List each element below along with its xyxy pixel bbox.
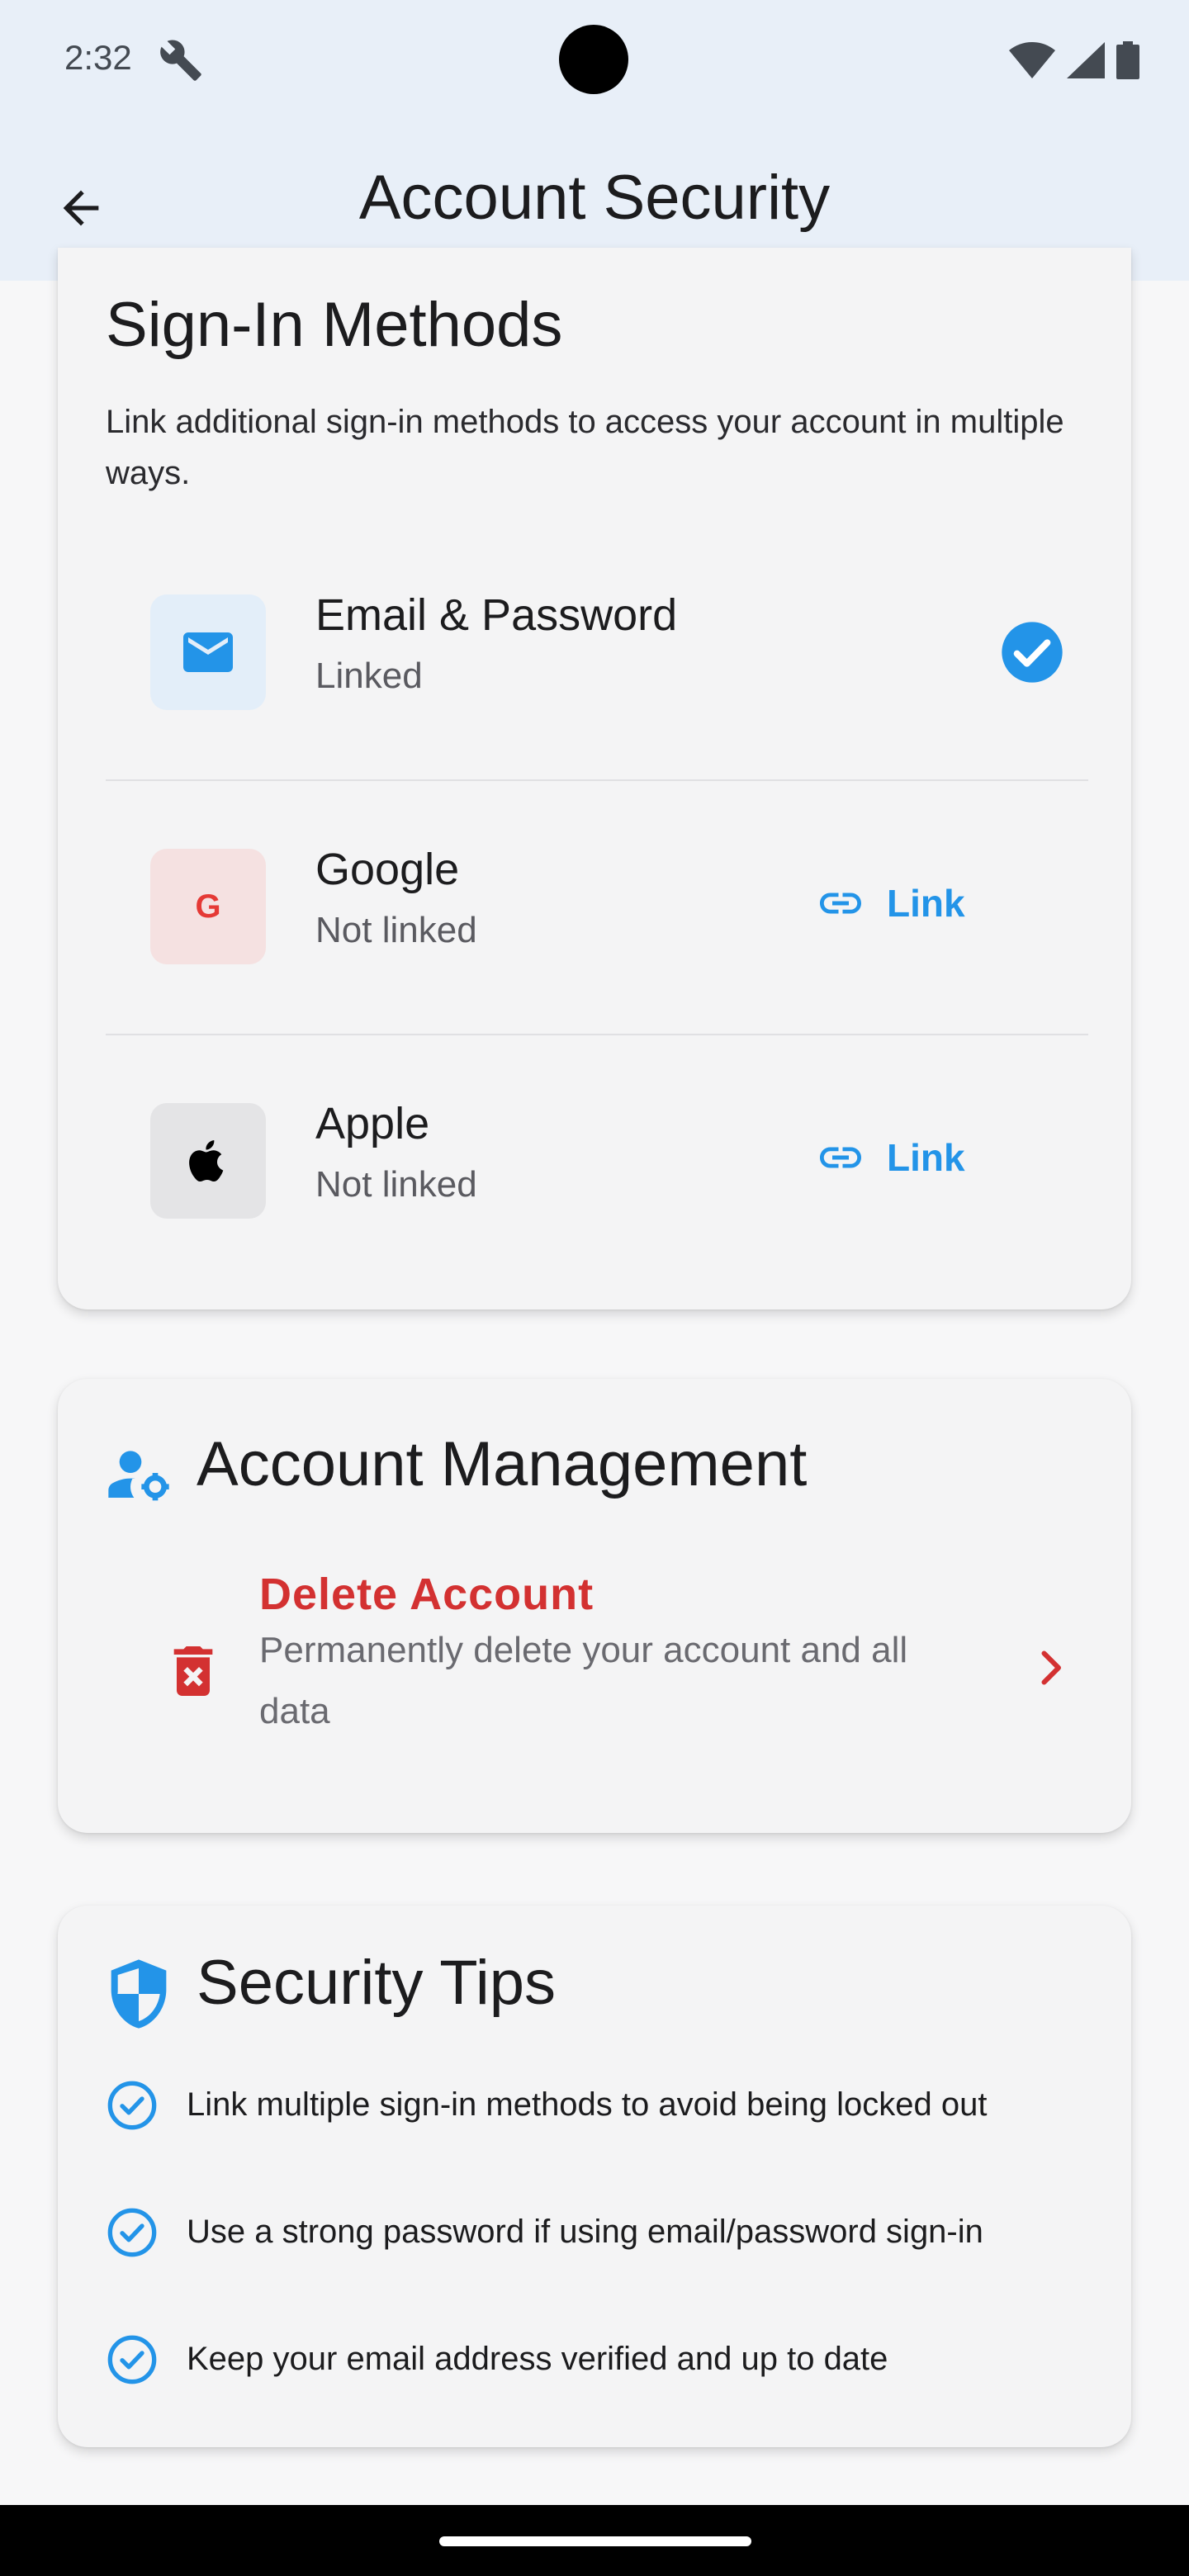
sign-in-methods-card: Sign-In Methods Link additional sign-in …	[58, 248, 1131, 1309]
home-gesture-handle[interactable]	[439, 2536, 751, 2546]
check-circle-outline-icon	[107, 2081, 157, 2130]
section-title: Sign-In Methods	[106, 290, 563, 360]
delete-forever-icon	[173, 1646, 213, 1696]
system-navigation-bar	[0, 2505, 1189, 2576]
page-title: Account Security	[358, 163, 831, 233]
google-icon-tile: G	[150, 849, 266, 964]
check-circle-outline-icon	[107, 2208, 157, 2257]
method-row-google: G Google Not linked Link	[106, 779, 1088, 1019]
link-google-button[interactable]: Link	[816, 878, 965, 928]
camera-cutout	[559, 25, 628, 94]
status-bar: 2:32	[0, 0, 1189, 116]
signal-icon	[1067, 42, 1105, 78]
tip-text: Use a strong password if using email/pas…	[187, 2214, 983, 2250]
section-title: Account Management	[197, 1429, 808, 1499]
section-description: Link additional sign-in methods to acces…	[106, 404, 1064, 491]
security-tips-card: Security Tips Link multiple sign-in meth…	[58, 1906, 1131, 2447]
mail-icon-tile	[150, 594, 266, 710]
wifi-icon	[1009, 42, 1055, 78]
link-label: Link	[887, 882, 965, 925]
google-icon: G	[195, 888, 221, 925]
battery-icon	[1116, 41, 1139, 79]
tip-text: Link multiple sign-in methods to avoid b…	[187, 2086, 988, 2123]
tip-text: Keep your email address verified and up …	[187, 2341, 888, 2377]
link-icon	[820, 1147, 861, 1168]
account-management-card: Account Management Delete Account Perman…	[58, 1379, 1131, 1833]
check-circle-icon	[1002, 622, 1063, 683]
method-row-email: Email & Password Linked	[106, 553, 1088, 793]
link-icon	[820, 893, 861, 914]
method-name: Apple	[315, 1099, 430, 1148]
delete-account-description: Permanently delete your account and all …	[259, 1630, 908, 1731]
wrench-icon	[160, 40, 201, 81]
system-icons	[1009, 41, 1139, 79]
delete-account-row[interactable]: Delete Account Permanently delete your a…	[106, 1569, 1088, 1792]
method-status: Linked	[315, 656, 423, 696]
apple-icon	[189, 1140, 224, 1182]
delete-account-title: Delete Account	[259, 1570, 594, 1619]
manage-accounts-icon	[108, 1451, 169, 1501]
section-title: Security Tips	[197, 1948, 557, 2018]
method-name: Email & Password	[315, 590, 678, 640]
mail-icon	[183, 632, 233, 672]
link-label: Link	[887, 1136, 965, 1179]
method-name: Google	[315, 845, 460, 894]
status-time: 2:32	[64, 38, 132, 77]
link-apple-button[interactable]: Link	[816, 1133, 965, 1182]
check-circle-outline-icon	[107, 2335, 157, 2384]
apple-icon-tile	[150, 1103, 266, 1219]
method-status: Not linked	[315, 1164, 477, 1205]
shield-icon	[111, 1959, 167, 2029]
chevron-right-icon	[1041, 1650, 1061, 1685]
method-row-apple: Apple Not linked Link	[106, 1034, 1088, 1273]
method-status: Not linked	[315, 910, 477, 950]
